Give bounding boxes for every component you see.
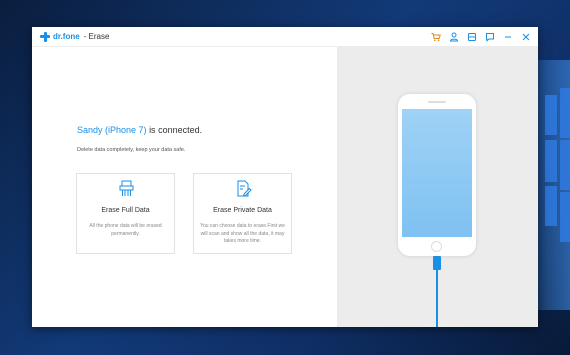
- phone-speaker: [428, 101, 446, 103]
- connection-status: Sandy (iPhone 7) is connected.: [77, 125, 202, 135]
- card-description: You can choose data to erase.First we wi…: [200, 223, 285, 244]
- titlebar-actions: [424, 27, 532, 47]
- shredder-icon: [118, 180, 135, 197]
- app-window: dr.fone - Erase Sandy (iPhone 7) is conn…: [32, 27, 538, 327]
- windows-logo-pane: [545, 186, 557, 226]
- minimize-icon[interactable]: [502, 31, 514, 43]
- connected-text: is connected.: [149, 125, 203, 135]
- phone-screen: [402, 109, 472, 237]
- drfone-logo-icon: [40, 31, 50, 42]
- brand-name: dr.fone: [53, 32, 80, 41]
- device-name: Sandy (iPhone 7): [77, 125, 147, 135]
- app-logo: dr.fone: [40, 31, 80, 42]
- device-panel: [337, 47, 538, 327]
- title-bar: dr.fone - Erase: [32, 27, 538, 47]
- usb-cable: [436, 269, 438, 327]
- windows-logo-pane: [560, 192, 570, 242]
- windows-logo-pane: [545, 95, 557, 135]
- card-title: Erase Private Data: [213, 207, 272, 214]
- phone-illustration: [398, 94, 476, 256]
- description: Delete data completely, keep your data s…: [77, 147, 186, 153]
- usb-plug-icon: [433, 256, 441, 270]
- user-icon[interactable]: [448, 31, 460, 43]
- feedback-icon[interactable]: [484, 31, 496, 43]
- module-title: - Erase: [83, 32, 110, 41]
- windows-logo-pane: [545, 140, 557, 182]
- windows-logo-pane: [560, 88, 570, 138]
- erase-private-data-card[interactable]: Erase Private Data You can choose data t…: [193, 173, 292, 254]
- main-panel: Sandy (iPhone 7) is connected. Delete da…: [32, 47, 337, 327]
- windows-logo-pane: [560, 140, 570, 190]
- save-icon[interactable]: [466, 31, 478, 43]
- card-title: Erase Full Data: [101, 207, 150, 214]
- close-icon[interactable]: [520, 31, 532, 43]
- erase-full-data-card[interactable]: Erase Full Data All the phone data will …: [76, 173, 175, 254]
- home-button-icon: [431, 241, 442, 252]
- document-edit-icon: [235, 180, 252, 197]
- card-description: All the phone data will be erased perman…: [89, 223, 162, 237]
- cart-icon[interactable]: [430, 31, 442, 43]
